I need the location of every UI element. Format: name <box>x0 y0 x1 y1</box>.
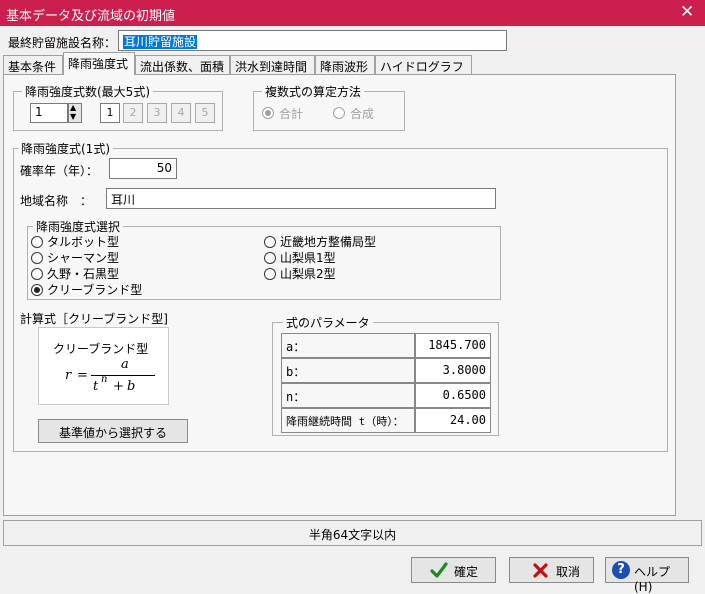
return-period-value: 50 <box>156 161 172 175</box>
formula-display-title: クリーブランド型 <box>53 342 149 356</box>
sherman-radio[interactable] <box>31 252 43 264</box>
cancel-button[interactable]: 取消 <box>509 557 594 583</box>
param-duration-input[interactable]: 24.00 <box>415 408 491 433</box>
return-period-input[interactable]: 50 <box>109 158 177 179</box>
formula-b: b <box>127 379 136 394</box>
formula-exponent-n: n <box>101 374 108 385</box>
tab-basic-conditions[interactable]: 基本条件 <box>3 55 63 74</box>
param-n-input[interactable]: 0.6500 <box>415 383 491 408</box>
region-name-input[interactable]: 耳川 <box>106 188 496 209</box>
param-n-label: n： <box>281 383 415 408</box>
ok-button[interactable]: 確定 <box>411 557 496 583</box>
tab-rainfall-intensity[interactable]: 降雨強度式 <box>63 52 135 75</box>
close-icon[interactable]: ✕ <box>680 2 694 22</box>
formula-count-value: 1 <box>35 105 43 119</box>
formula-display-box: クリーブランド型 r = a t n + b <box>38 327 169 405</box>
spinner-down-icon[interactable]: ▼ <box>70 112 76 121</box>
facility-label: 最終貯留施設名称： <box>8 36 117 50</box>
select-from-standard-button[interactable]: 基準値から選択する <box>38 419 188 443</box>
tab-flood-arrival-time[interactable]: 洪水到達時間 <box>230 55 315 74</box>
combine-method-label: 複数式の算定方法 <box>262 83 365 100</box>
talbot-label: タルボット型 <box>47 235 120 249</box>
status-text: 半角64文字以内 <box>308 528 397 542</box>
kuno-ishiguro-label: 久野・石黒型 <box>47 267 120 281</box>
window-title: 基本データ及び流域の初期値 <box>6 9 176 24</box>
facility-name-input[interactable]: 耳川貯留施設 <box>118 30 507 51</box>
formula-t: t <box>93 379 99 394</box>
yamanashi-1-label: 山梨県1型 <box>280 251 336 265</box>
help-button[interactable]: ? ヘルプ(H) <box>605 557 689 594</box>
status-bar: 半角64文字以内 <box>3 520 702 546</box>
facility-name-value: 耳川貯留施設 <box>123 35 198 49</box>
param-duration-label: 降雨継続時間 t（時）： <box>281 408 415 433</box>
kinki-radio[interactable] <box>264 236 276 248</box>
combine-composite-radio[interactable] <box>333 107 345 119</box>
kinki-label: 近畿地方整備局型 <box>280 235 377 249</box>
yamanashi-2-label: 山梨県2型 <box>280 267 336 281</box>
checkmark-icon <box>430 562 448 578</box>
spinner-up-icon[interactable]: ▲ <box>70 103 76 112</box>
return-period-label: 確率年（年）： <box>20 164 99 178</box>
region-name-label: 地域名称 ： <box>20 194 93 208</box>
formula-number-button-3[interactable]: 3 <box>147 103 167 123</box>
cancel-button-label: 取消 <box>556 565 581 579</box>
formula-equals: = <box>77 368 88 383</box>
calc-formula-label: 計算式［クリーブランド型] <box>20 312 168 326</box>
cleveland-radio[interactable] <box>31 284 43 296</box>
sherman-label: シャーマン型 <box>47 251 120 265</box>
yamanashi-2-radio[interactable] <box>264 268 276 280</box>
yamanashi-1-radio[interactable] <box>264 252 276 264</box>
help-icon: ? <box>612 561 630 579</box>
combine-composite-label: 合成 <box>350 107 375 121</box>
formula-r: r <box>65 368 72 383</box>
cleveland-label: クリーブランド型 <box>47 283 143 297</box>
formula-number-button-4[interactable]: 4 <box>171 103 191 123</box>
formula-count-label: 降雨強度式数(最大5式) <box>22 83 153 100</box>
help-button-label: ヘルプ(H) <box>634 565 671 594</box>
tab-runoff-coefficient[interactable]: 流出係数、面積 <box>135 55 230 74</box>
combine-sum-label: 合計 <box>279 107 304 121</box>
formula-count-input[interactable]: 1 <box>30 103 68 123</box>
formula-number-button-5[interactable]: 5 <box>195 103 215 123</box>
title-bar: 基本データ及び流域の初期値 ✕ <box>0 0 705 26</box>
tab-rainfall-waveform[interactable]: 降雨波形 <box>315 55 375 74</box>
formula-numerator: a <box>121 357 129 372</box>
formula-number-button-1[interactable]: 1 <box>100 103 120 123</box>
region-name-value: 耳川 <box>111 193 136 207</box>
formula-count-spinner[interactable]: ▲ ▼ <box>68 103 82 123</box>
rainfall-formula-label: 降雨強度式(1式) <box>18 140 113 157</box>
formula-number-button-2[interactable]: 2 <box>123 103 143 123</box>
ok-button-label: 確定 <box>454 565 479 579</box>
param-b-input[interactable]: 3.8000 <box>415 358 491 383</box>
param-a-label: a： <box>281 333 415 358</box>
param-b-label: b： <box>281 358 415 383</box>
combine-sum-radio[interactable] <box>262 107 274 119</box>
params-label: 式のパラメータ <box>283 314 373 331</box>
tab-hydrograph[interactable]: ハイドログラフ <box>375 55 472 74</box>
talbot-radio[interactable] <box>31 236 43 248</box>
formula-plus: + <box>113 379 124 394</box>
cancel-x-icon <box>533 563 548 578</box>
kuno-ishiguro-radio[interactable] <box>31 268 43 280</box>
param-a-input[interactable]: 1845.700 <box>415 333 491 358</box>
